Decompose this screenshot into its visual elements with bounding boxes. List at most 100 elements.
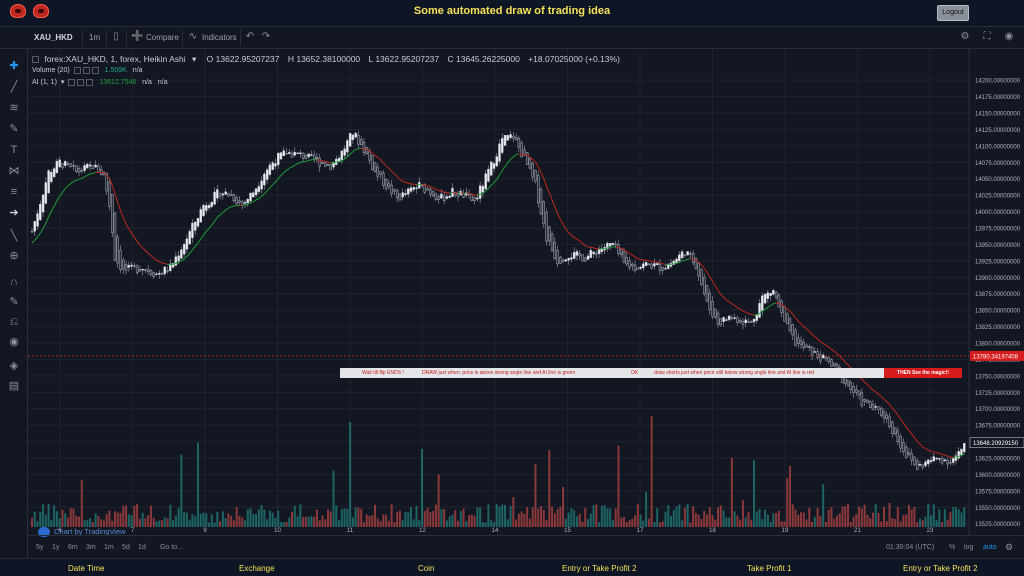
- eye-icon[interactable]: [68, 78, 76, 86]
- price-chart[interactable]: 14200.00000000 14175.00000000 14150.000000…: [28, 49, 1024, 535]
- candle-body: [152, 272, 155, 277]
- pencil-lock-icon[interactable]: ✎: [7, 295, 21, 309]
- interval-button[interactable]: 1m: [89, 33, 100, 42]
- volume-bar: [678, 504, 681, 527]
- volume-bar: [271, 512, 274, 527]
- goto-button[interactable]: Go to...: [160, 544, 183, 551]
- time-tick-label: 21: [854, 528, 861, 534]
- volume-bar: [620, 517, 623, 527]
- candle-body: [788, 318, 792, 331]
- settings-gear-icon[interactable]: ⚙: [1005, 542, 1013, 553]
- fib-icon[interactable]: ≋: [7, 101, 21, 115]
- compare-icon[interactable]: ➕: [131, 31, 143, 43]
- percent-toggle[interactable]: %: [949, 544, 955, 551]
- undo-icon[interactable]: ↶: [244, 31, 256, 43]
- trade-idea-annotation[interactable]: Wait till flip ENDS ! DRAW just when: pr…: [340, 368, 962, 378]
- logout-button[interactable]: Logout: [937, 5, 969, 21]
- ai-line-segment: [444, 191, 448, 194]
- close-icon[interactable]: [86, 78, 94, 86]
- volume-bar: [161, 520, 164, 527]
- prediction-icon[interactable]: ≡: [7, 185, 21, 199]
- eye-icon[interactable]: ◉: [7, 335, 21, 349]
- volume-study-label[interactable]: Volume (20): [32, 67, 70, 74]
- series-title[interactable]: forex:XAU_HKD, 1, forex, Heikin Ashi: [44, 54, 185, 64]
- price-tick-label: 13525.00000000: [975, 522, 1021, 528]
- fullscreen-icon[interactable]: ⛶: [981, 31, 993, 43]
- volume-bar: [863, 504, 866, 527]
- volume-bar: [230, 515, 233, 527]
- candle-body: [628, 260, 631, 268]
- volume-bar: [47, 504, 50, 527]
- log-toggle[interactable]: log: [964, 544, 973, 551]
- ai-line-segment: [449, 192, 453, 194]
- range-1y[interactable]: 1y: [52, 544, 59, 551]
- auto-toggle[interactable]: auto: [983, 544, 997, 551]
- indicators-icon[interactable]: ∿: [187, 31, 199, 43]
- volume-bar: [335, 505, 338, 527]
- candle-body: [282, 150, 285, 157]
- settings-gear-icon[interactable]: ⚙: [959, 31, 971, 43]
- range-1d[interactable]: 1d: [138, 544, 146, 551]
- range-5d[interactable]: 5d: [122, 544, 130, 551]
- dropdown-icon[interactable]: ▾: [61, 79, 65, 86]
- candle-body: [763, 293, 767, 304]
- volume-bar: [249, 508, 252, 527]
- dropdown-icon[interactable]: ▾: [192, 54, 196, 64]
- back-arrow-icon[interactable]: ➔: [7, 206, 21, 220]
- close-icon[interactable]: [91, 66, 99, 74]
- volume-bar: [689, 522, 692, 527]
- crosshair-icon[interactable]: ✚: [7, 59, 21, 73]
- layers-icon[interactable]: ◈: [7, 359, 21, 373]
- volume-bar: [780, 521, 783, 527]
- range-5y[interactable]: 5y: [36, 544, 43, 551]
- time-tick-label: 19: [782, 528, 789, 534]
- candle-body: [271, 162, 274, 170]
- candle-body: [711, 301, 714, 317]
- volume-bar: [512, 497, 515, 527]
- volume-bar: [888, 502, 891, 527]
- lock-icon[interactable]: ⎌: [7, 315, 21, 329]
- candle-body: [871, 404, 875, 410]
- eye-icon[interactable]: [73, 66, 81, 74]
- candle-body: [235, 197, 238, 204]
- candle-body: [855, 389, 858, 393]
- range-1m[interactable]: 1m: [104, 544, 114, 551]
- indicators-button[interactable]: Indicators: [202, 33, 237, 42]
- pattern-icon[interactable]: ⋈: [7, 164, 21, 178]
- text-icon[interactable]: T: [7, 143, 21, 157]
- volume-bar: [113, 511, 116, 527]
- ruler-icon[interactable]: ╲: [7, 229, 21, 243]
- divider: [182, 30, 183, 46]
- volume-bar: [802, 512, 805, 527]
- brush-icon[interactable]: ✎: [7, 122, 21, 136]
- candle-body: [418, 182, 421, 189]
- candle-body: [52, 168, 56, 178]
- settings-icon[interactable]: [77, 78, 85, 86]
- candle-body: [180, 249, 183, 259]
- utc-clock[interactable]: 01:30:04 (UTC): [886, 544, 934, 551]
- volume-bar: [761, 519, 764, 527]
- collapse-icon[interactable]: [32, 56, 39, 64]
- footer-entry-take-profit-2-b: Entry or Take Profit 2: [903, 564, 978, 573]
- camera-icon[interactable]: ◉: [1003, 31, 1015, 43]
- redo-icon[interactable]: ↷: [260, 31, 272, 43]
- trash-icon[interactable]: ▤: [7, 379, 21, 393]
- compare-button[interactable]: Compare: [146, 33, 179, 42]
- candle-body: [299, 152, 302, 154]
- magnet-icon[interactable]: ∩: [7, 275, 21, 289]
- candle-body: [285, 153, 288, 155]
- price-tick-label: 13950.00000000: [975, 243, 1021, 249]
- ai-study-label[interactable]: AI (1, 1): [32, 79, 57, 86]
- chart-area[interactable]: 14200.00000000 14175.00000000 14150.000000…: [28, 49, 1024, 538]
- zoom-icon[interactable]: ⊕: [7, 249, 21, 263]
- volume-bar: [747, 512, 750, 527]
- range-3m[interactable]: 3m: [86, 544, 96, 551]
- symbol-search-button[interactable]: XAU_HKD: [34, 33, 73, 42]
- candle-type-icon[interactable]: ▯: [110, 31, 122, 43]
- settings-icon[interactable]: [82, 66, 90, 74]
- ai-line-segment: [408, 182, 412, 185]
- trend-line-icon[interactable]: ╱: [7, 80, 21, 94]
- candle-body: [537, 175, 540, 204]
- candle-body: [620, 248, 623, 256]
- range-6m[interactable]: 6m: [68, 544, 78, 551]
